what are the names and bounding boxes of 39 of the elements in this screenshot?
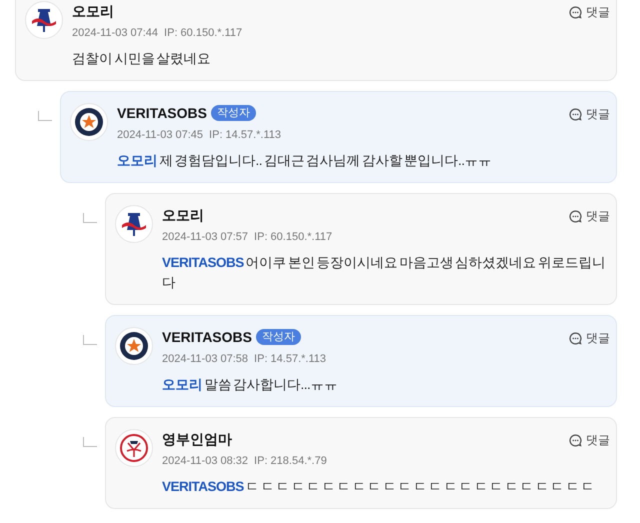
reply-button[interactable]: 댓글 — [569, 3, 610, 21]
author-badge: 작성자 — [210, 105, 256, 121]
star-emblem-icon — [119, 331, 149, 361]
mention-link[interactable]: VERITASOBS — [162, 255, 244, 270]
mention-link[interactable]: 오모리 — [117, 153, 158, 168]
star-emblem-icon — [74, 107, 104, 137]
ring-emblem-icon — [119, 433, 149, 463]
comment-text: 오모리 제 경험담입니다.. 김대근 검사님께 감사할 뿐입니다..ㅠㅠ — [117, 152, 493, 170]
reply-button[interactable]: 댓글 — [569, 207, 610, 225]
author-name: VERITASOBS — [117, 104, 207, 122]
mention-link[interactable]: VERITASOBS — [162, 479, 244, 494]
comment-ip: IP: 60.150.*.117 — [254, 230, 332, 245]
comment-time: 2024-11-03 07:58 — [162, 352, 248, 367]
chat-bubble-icon — [569, 108, 582, 120]
reply-button[interactable]: 댓글 — [569, 329, 610, 347]
chat-bubble-icon — [569, 434, 582, 446]
comment-ip: IP: 14.57.*.113 — [209, 128, 282, 143]
comment-text: 오모리 말씀 감사합니다...ㅠㅠ — [162, 376, 338, 394]
author-badge: 작성자 — [256, 329, 301, 345]
author-name: 오모리 — [162, 206, 204, 224]
comment-time: 2024-11-03 07:45 — [117, 128, 204, 143]
comment-time: 2024-11-03 08:32 — [162, 454, 248, 469]
comment-time: 2024-11-03 07:44 — [72, 26, 158, 41]
comment-text: VERITASOBS어이쿠 본인 등장이시네요 마음고생 심하셨겠네요 위로드립니다 — [162, 254, 606, 292]
author-name: VERITASOBS — [162, 328, 252, 346]
comment-text: VERITASOBS ㄷ ㄷ ㄷ ㄷ ㄷ ㄷ ㄷ ㄷ ㄷ ㄷ ㄷ ㄷ ㄷ ㄷ ㄷ ㄷ ㄷ ㄷ ㄷ ㄷ ㄷ ㄷ ㄷ — [162, 478, 596, 496]
chat-bubble-icon — [569, 332, 582, 344]
chat-bubble-icon — [569, 6, 582, 18]
chat-bubble-icon — [569, 210, 582, 222]
author-name: 영부인엄마 — [162, 430, 232, 448]
mention-link[interactable]: 오모리 — [162, 377, 202, 392]
comment-ip: IP: 14.57.*.113 — [254, 352, 326, 367]
comment-ip: IP: 60.150.*.117 — [164, 26, 242, 41]
reply-button[interactable]: 댓글 — [569, 105, 610, 123]
comment-time: 2024-11-03 07:57 — [162, 230, 248, 245]
reply-button[interactable]: 댓글 — [569, 431, 610, 449]
author-name: 오모리 — [72, 2, 114, 20]
comment-text: 검찰이 시민을 살렸네요 — [72, 50, 212, 68]
comment-ip: IP: 218.54.*.79 — [254, 454, 327, 469]
